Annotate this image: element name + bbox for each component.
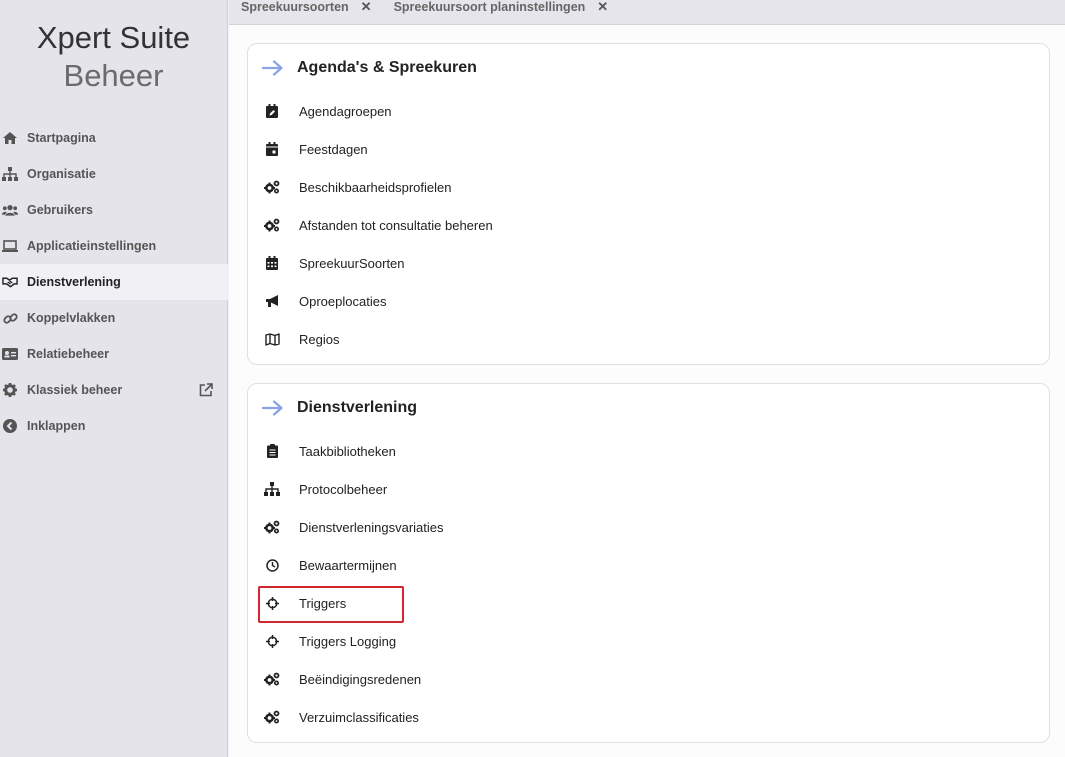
- cogs-icon: [264, 671, 280, 687]
- menu-item-label: Oproeplocaties: [299, 293, 387, 309]
- tab-spreekuursoort-planinstellingen[interactable]: Spreekuursoort planinstellingen ✕: [393, 0, 609, 14]
- menu-item-taakbibliotheken[interactable]: Taakbibliotheken: [248, 432, 1049, 470]
- cogs-icon: [264, 519, 280, 535]
- laptop-icon: [2, 238, 18, 254]
- cogs-icon: [264, 179, 280, 195]
- menu-item-label: Triggers Logging: [299, 633, 397, 649]
- crosshairs-icon: [264, 633, 280, 649]
- sidebar-item-label: Startpagina: [27, 131, 96, 145]
- sidebar-item-relatiebeheer[interactable]: Relatiebeheer: [0, 336, 228, 372]
- menu-item-oproeplocaties[interactable]: Oproeplocaties: [248, 282, 1049, 320]
- gear-icon: [2, 382, 18, 398]
- menu-item-label: Beëindigingsredenen: [299, 671, 422, 687]
- sidebar-item-label: Applicatieinstellingen: [27, 239, 157, 253]
- menu-item-label: Protocolbeheer: [299, 481, 388, 497]
- brand: Xpert Suite Beheer: [0, 0, 227, 96]
- close-icon[interactable]: ✕: [597, 0, 608, 13]
- bullhorn-icon: [264, 293, 280, 309]
- home-icon: [2, 130, 18, 146]
- menu-item-label: Dienstverleningsvariaties: [299, 519, 444, 535]
- menu-item-dienstverleningsvariaties[interactable]: Dienstverleningsvariaties: [248, 508, 1049, 546]
- menu-item-label: Feestdagen: [299, 141, 368, 157]
- menu-item-label: Taakbibliotheken: [299, 443, 396, 459]
- arrow-right-icon: [261, 60, 284, 76]
- menu-item-protocolbeheer[interactable]: Protocolbeheer: [248, 470, 1049, 508]
- menu-item-label: Afstanden tot consultatie beheren: [299, 217, 493, 233]
- brand-subtitle: Beheer: [63, 58, 164, 93]
- card-agendas-spreekuren: Agenda's & Spreekuren Agendagroepen Fees…: [247, 43, 1050, 365]
- menu-item-label: Triggers: [299, 595, 347, 611]
- menu-item-beschikbaarheidsprofielen[interactable]: Beschikbaarheidsprofielen: [248, 168, 1049, 206]
- sidebar-item-label: Gebruikers: [27, 203, 94, 217]
- menu-item-spreekuursoorten[interactable]: SpreekuurSoorten: [248, 244, 1049, 282]
- tab-label: Spreekuursoorten: [241, 0, 349, 14]
- menu-item-verzuimclassificaties[interactable]: Verzuimclassificaties: [248, 698, 1049, 736]
- card-header: Agenda's & Spreekuren: [248, 44, 1049, 92]
- close-icon[interactable]: ✕: [361, 0, 372, 13]
- clipboard-icon: [264, 443, 280, 459]
- menu-item-label: Verzuimclassificaties: [299, 709, 419, 725]
- sidebar-item-label: Dienstverlening: [27, 275, 121, 289]
- sidebar-nav: Startpagina Organisatie Gebruikers Appli…: [0, 120, 228, 444]
- sitemap-icon: [2, 166, 18, 182]
- tab-spreekuursoorten[interactable]: Spreekuursoorten ✕: [241, 0, 372, 14]
- calendar-grid-icon: [264, 255, 280, 271]
- sidebar-item-label: Inklappen: [27, 419, 86, 433]
- brand-title: Xpert Suite: [36, 20, 191, 55]
- handshake-icon: [2, 274, 18, 290]
- sitemap-icon: [264, 481, 280, 497]
- sidebar-item-organisatie[interactable]: Organisatie: [0, 156, 228, 192]
- calendar-edit-icon: [264, 103, 280, 119]
- cogs-icon: [264, 217, 280, 233]
- menu-item-beeindigingsredenen[interactable]: Beëindigingsredenen: [248, 660, 1049, 698]
- arrow-right-icon: [261, 400, 284, 416]
- tab-label: Spreekuursoort planinstellingen: [393, 0, 586, 14]
- menu-item-label: Beschikbaarheidsprofielen: [299, 179, 452, 195]
- menu-item-triggers-logging[interactable]: Triggers Logging: [248, 622, 1049, 660]
- sidebar: Xpert Suite Beheer Startpagina Organisat…: [0, 0, 228, 757]
- sidebar-item-startpagina[interactable]: Startpagina: [0, 120, 228, 156]
- sidebar-item-dienstverlening[interactable]: Dienstverlening: [0, 264, 228, 300]
- sidebar-item-label: Organisatie: [27, 167, 96, 181]
- card-title: Dienstverlening: [297, 399, 418, 416]
- menu-item-label: Regios: [299, 331, 340, 347]
- users-icon: [2, 202, 18, 218]
- sidebar-item-koppelvlakken[interactable]: Koppelvlakken: [0, 300, 228, 336]
- tab-bar: Spreekuursoorten ✕ Spreekuursoort planin…: [229, 0, 1065, 25]
- sidebar-item-label: Relatiebeheer: [27, 347, 109, 361]
- chevron-left-circle-icon: [2, 418, 18, 434]
- sidebar-item-inklappen[interactable]: Inklappen: [0, 408, 228, 444]
- menu-item-label: Agendagroepen: [299, 103, 392, 119]
- calendar-day-icon: [264, 141, 280, 157]
- map-icon: [264, 331, 280, 347]
- sidebar-item-applicatieinstellingen[interactable]: Applicatieinstellingen: [0, 228, 228, 264]
- menu-item-triggers[interactable]: Triggers: [248, 584, 1049, 622]
- card-title: Agenda's & Spreekuren: [297, 59, 477, 76]
- menu-item-bewaartermijnen[interactable]: Bewaartermijnen: [248, 546, 1049, 584]
- sidebar-item-label: Klassiek beheer: [27, 383, 123, 397]
- crosshairs-icon: [264, 595, 280, 611]
- menu-item-afstanden-tot-consultatie-beheren[interactable]: Afstanden tot consultatie beheren: [248, 206, 1049, 244]
- menu-item-label: SpreekuurSoorten: [299, 255, 405, 271]
- menu-item-label: Bewaartermijnen: [299, 557, 397, 573]
- id-card-icon: [2, 346, 18, 362]
- menu-item-feestdagen[interactable]: Feestdagen: [248, 130, 1049, 168]
- link-icon: [2, 310, 18, 326]
- sidebar-item-klassiek-beheer[interactable]: Klassiek beheer: [0, 372, 228, 408]
- sidebar-item-gebruikers[interactable]: Gebruikers: [0, 192, 228, 228]
- card-dienstverlening: Dienstverlening Taakbibliotheken Protoco…: [247, 383, 1050, 743]
- sidebar-item-label: Koppelvlakken: [27, 311, 116, 325]
- cogs-icon: [264, 709, 280, 725]
- main-content: Agenda's & Spreekuren Agendagroepen Fees…: [229, 25, 1065, 757]
- menu-item-regios[interactable]: Regios: [248, 320, 1049, 358]
- card-header: Dienstverlening: [248, 384, 1049, 432]
- external-link-icon[interactable]: [199, 383, 213, 397]
- clock-icon: [264, 557, 280, 573]
- menu-item-agendagroepen[interactable]: Agendagroepen: [248, 92, 1049, 130]
